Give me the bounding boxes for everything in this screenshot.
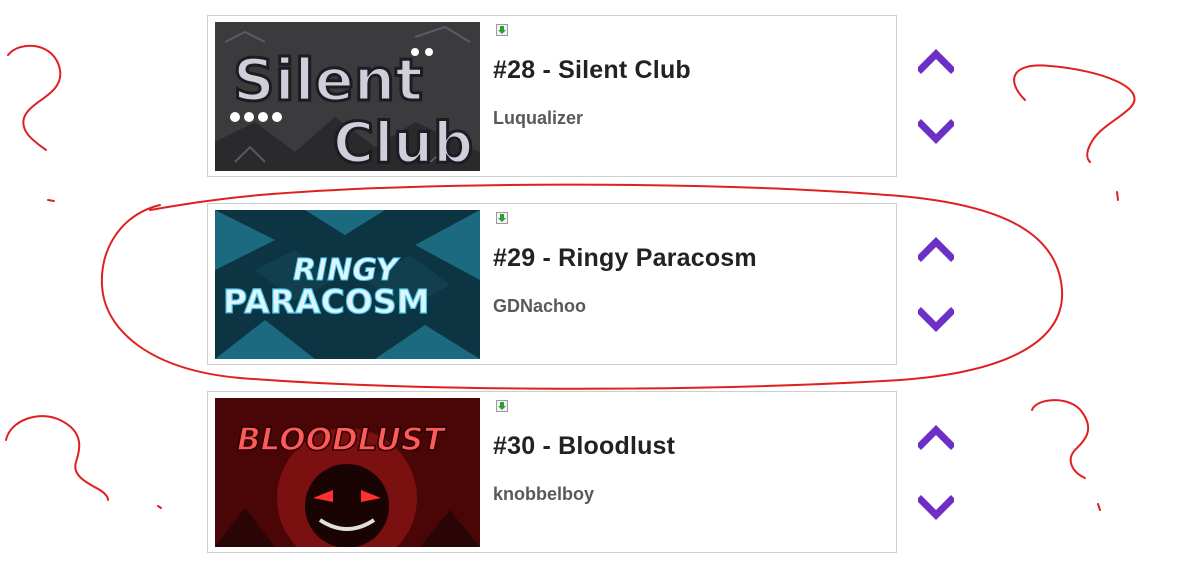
level-thumbnail[interactable]: BLOODLUST — [215, 398, 480, 547]
silent-club-thumbnail-image: Silent Club — [215, 22, 480, 171]
download-arrow-icon[interactable] — [496, 24, 508, 36]
level-thumbnail[interactable]: Silent Club — [215, 22, 480, 171]
vote-down-button[interactable] — [918, 119, 954, 145]
vote-up-button[interactable] — [918, 424, 954, 450]
level-card-30[interactable]: BLOODLUST #30 - Bloodlust knobbelboy — [207, 391, 954, 553]
chevron-up-icon — [918, 49, 954, 74]
vote-down-button[interactable] — [918, 495, 954, 521]
thumbnail-title-line2: PARACOSM — [223, 282, 430, 321]
chevron-down-icon — [918, 495, 954, 520]
chevron-up-icon — [918, 425, 954, 450]
level-title[interactable]: #29 - Ringy Paracosm — [493, 244, 757, 273]
thumbnail-title-line2: Club — [333, 111, 473, 171]
level-card-29[interactable]: RINGY PARACOSM #29 - Ringy Paracosm GDNa… — [207, 203, 954, 365]
thumbnail-title-line1: Silent — [233, 46, 423, 114]
ringy-paracosm-thumbnail-image: RINGY PARACOSM — [215, 210, 480, 359]
level-title[interactable]: #30 - Bloodlust — [493, 432, 675, 461]
bloodlust-thumbnail-image: BLOODLUST — [215, 398, 480, 547]
question-mark-icon — [5, 415, 109, 501]
vote-down-button[interactable] — [918, 307, 954, 333]
level-thumbnail[interactable]: RINGY PARACOSM — [215, 210, 480, 359]
chevron-down-icon — [918, 307, 954, 332]
level-card-28[interactable]: Silent Club #28 - Silent Club Luqualizer — [207, 15, 954, 177]
level-title[interactable]: #28 - Silent Club — [493, 56, 691, 85]
download-arrow-icon[interactable] — [496, 212, 508, 224]
chevron-down-icon — [918, 119, 954, 144]
vote-up-button[interactable] — [918, 48, 954, 74]
thumbnail-title-line1: BLOODLUST — [237, 422, 447, 458]
vote-up-button[interactable] — [918, 236, 954, 262]
question-mark-icon — [1013, 64, 1136, 163]
level-creator[interactable]: knobbelboy — [493, 484, 594, 505]
download-arrow-icon[interactable] — [496, 400, 508, 412]
level-creator[interactable]: GDNachoo — [493, 296, 586, 317]
level-creator[interactable]: Luqualizer — [493, 108, 583, 129]
question-mark-icon — [7, 44, 62, 151]
chevron-up-icon — [918, 237, 954, 262]
question-mark-icon — [1031, 399, 1090, 479]
